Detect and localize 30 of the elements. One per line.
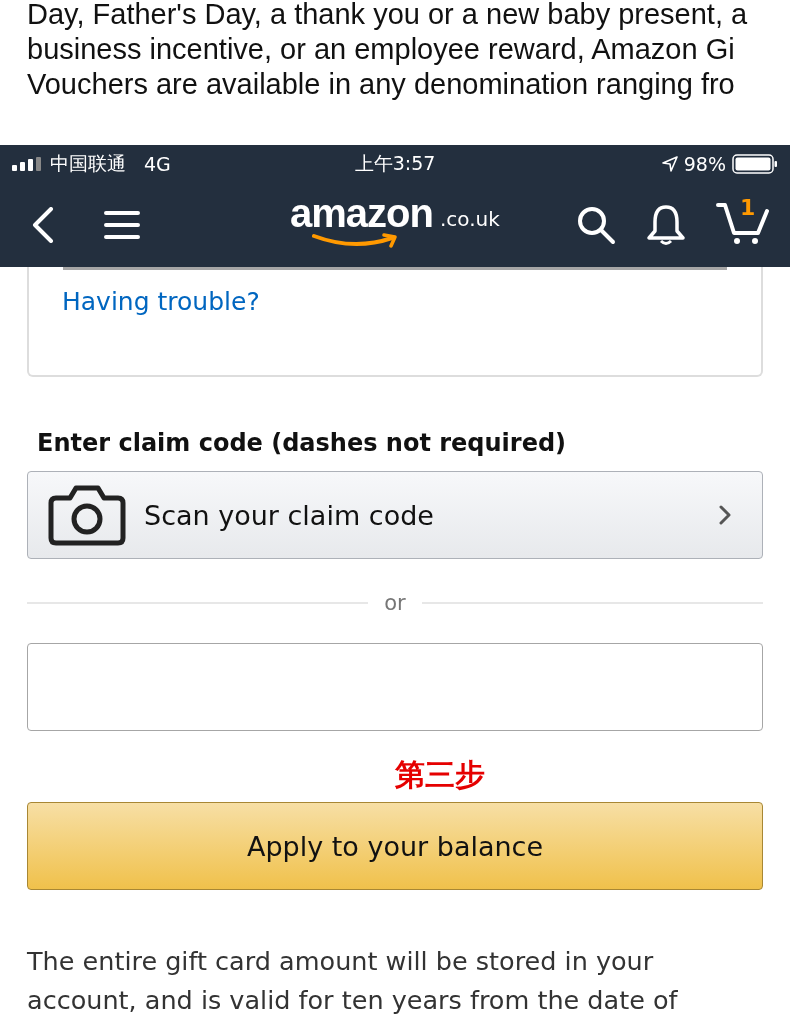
- cart-icon[interactable]: [716, 201, 770, 245]
- smile-arrow-icon: [312, 233, 400, 249]
- signal-icon: [12, 157, 44, 171]
- back-icon[interactable]: [32, 207, 54, 243]
- network-type: 4G: [144, 153, 171, 175]
- step-annotation: 第三步: [394, 756, 486, 794]
- search-icon[interactable]: [576, 205, 616, 245]
- article-text: Day, Father's Day, a thank you or a new baby present, a: [27, 0, 748, 32]
- article-text: business incentive, or an employee reward, Amazon Gi: [27, 32, 735, 67]
- info-text: The entire gift card amount will be stored in your: [27, 945, 655, 978]
- article-text: Vouchers are available in any denomination ranging fro: [27, 67, 735, 102]
- battery-percent: 98%: [683, 153, 726, 175]
- or-divider-text: or: [384, 591, 406, 615]
- carrier-name: 中国联通: [50, 151, 126, 176]
- scan-claim-code-button[interactable]: Scan your claim code: [27, 471, 763, 559]
- menu-icon[interactable]: [104, 210, 140, 240]
- having-trouble-link[interactable]: Having trouble?: [62, 287, 260, 316]
- amazon-logo[interactable]: amazon: [290, 191, 433, 236]
- info-text: account, and is valid for ten years from the date of: [27, 984, 679, 1017]
- cart-count: 1: [740, 195, 756, 220]
- status-time: 上午3:57: [354, 151, 436, 176]
- chevron-right-icon: [718, 504, 732, 526]
- claim-code-field[interactable]: [27, 643, 763, 731]
- apply-balance-button[interactable]: Apply to your balance: [27, 802, 763, 890]
- battery-icon: [732, 154, 778, 174]
- claim-code-heading: Enter claim code (dashes not required): [37, 429, 568, 457]
- location-arrow-icon: [661, 156, 678, 172]
- camera-icon: [48, 484, 126, 546]
- bell-icon[interactable]: [646, 204, 686, 246]
- domain-suffix: .co.uk: [440, 207, 500, 231]
